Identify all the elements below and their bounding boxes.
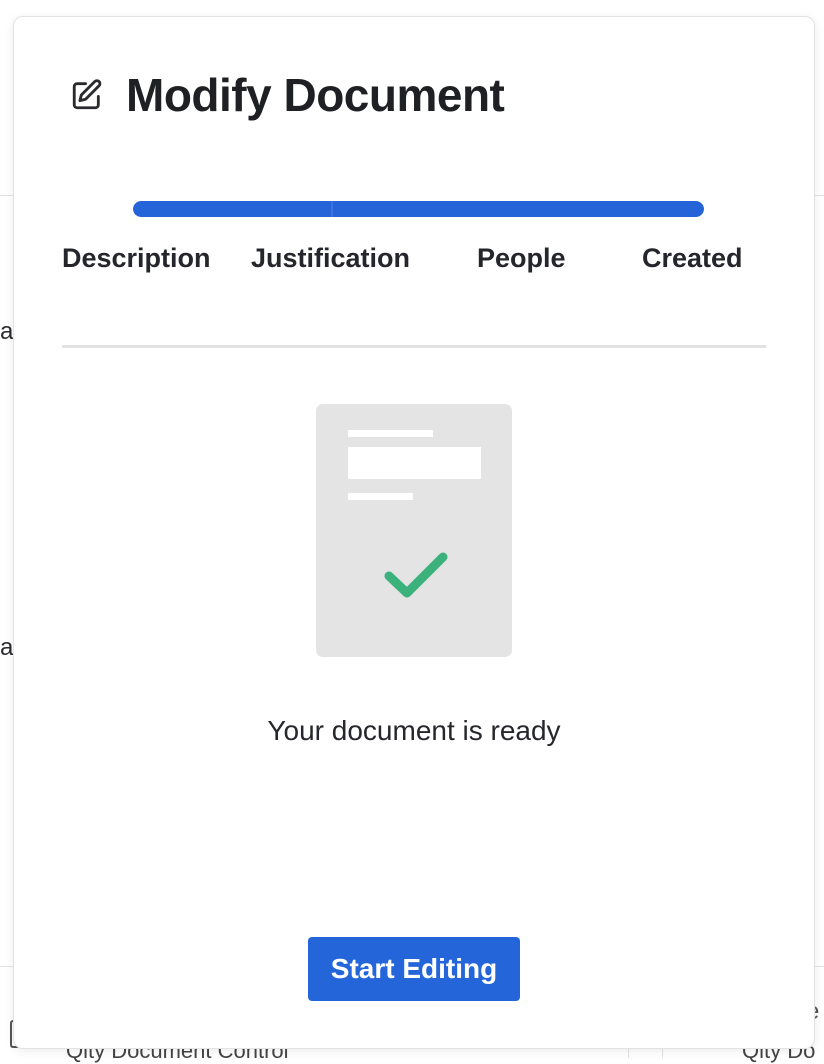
step-progress-fill	[133, 201, 704, 217]
step-labels: Description Justification People Created	[62, 243, 766, 283]
background-text-fragment: a	[0, 318, 14, 345]
step-created: Created	[642, 243, 743, 273]
step-justification: Justification	[251, 243, 411, 273]
start-editing-button[interactable]: Start Editing	[308, 937, 520, 1001]
background-text-fragment: a	[0, 634, 14, 661]
modify-document-modal: Modify Document Description Justificatio…	[13, 16, 815, 1049]
document-check-icon	[316, 404, 512, 657]
status-message: Your document is ready	[267, 715, 561, 746]
edit-icon	[72, 79, 102, 110]
step-description: Description	[62, 243, 211, 273]
step-progress-notch	[331, 201, 333, 217]
step-progress-bar	[133, 201, 704, 217]
modal-header: Modify Document	[70, 67, 505, 123]
modal-title: Modify Document	[126, 69, 505, 121]
section-divider	[62, 345, 766, 348]
step-people: People	[477, 243, 566, 273]
